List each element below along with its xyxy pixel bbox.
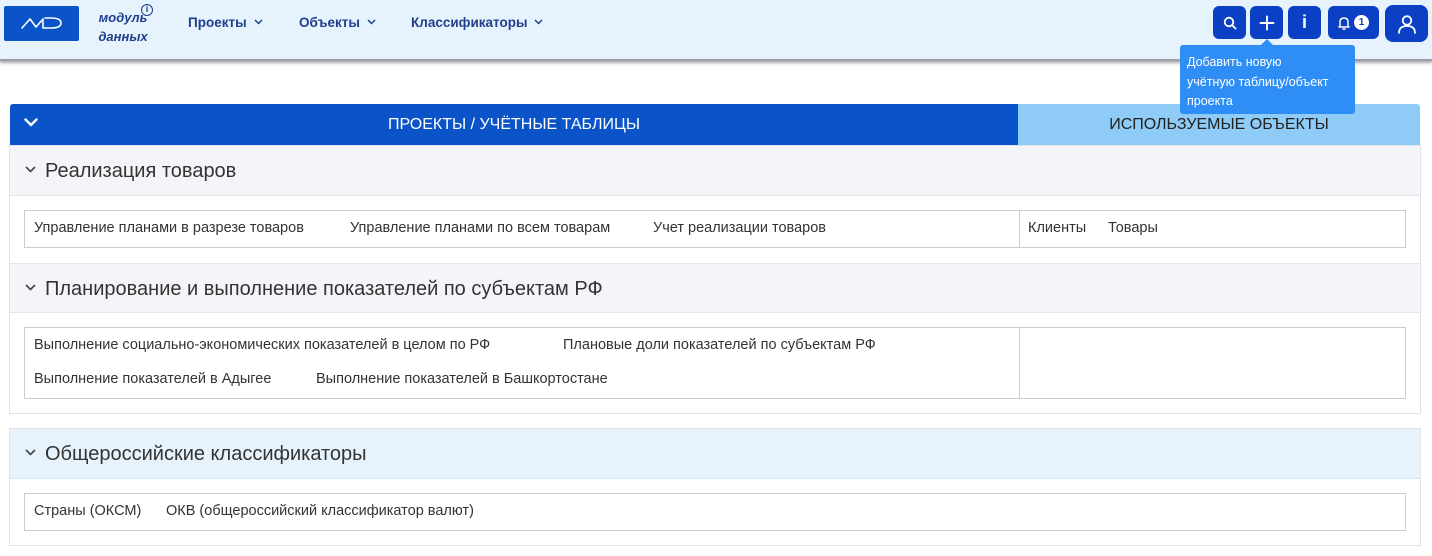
nav-projects[interactable]: Проекты	[188, 15, 263, 33]
nav-projects-label: Проекты	[188, 15, 247, 30]
tooltip-line: проекта	[1187, 94, 1233, 108]
nav-objects-label: Объекты	[299, 15, 360, 30]
tab-projects[interactable]: ПРОЕКТЫ / УЧЁТНЫЕ ТАБЛИЦЫ	[10, 104, 1018, 145]
table-link[interactable]: Управление планами по всем товарам	[350, 220, 610, 236]
classifiers-card: Общероссийские классификаторы Страны (ОК…	[9, 428, 1421, 546]
object-link[interactable]: Клиенты	[1028, 220, 1086, 236]
notifications-button[interactable]: 1	[1328, 6, 1379, 39]
table-link[interactable]: Выполнение социально-экономических показ…	[34, 337, 490, 353]
group-header[interactable]: Планирование и выполнение показателей по…	[10, 263, 1420, 313]
nav-objects[interactable]: Объекты	[299, 15, 376, 33]
user-icon	[1397, 14, 1416, 34]
classifiers-title: Общероссийские классификаторы	[45, 443, 367, 465]
table-link[interactable]: Учет реализации товаров	[653, 220, 826, 236]
info-button-label: i	[1301, 12, 1307, 32]
tab-projects-label: ПРОЕКТЫ / УЧЁТНЫЕ ТАБЛИЦЫ	[387, 116, 641, 133]
group-title: Планирование и выполнение показателей по…	[45, 278, 603, 300]
classifier-link[interactable]: Страны (ОКСМ)	[34, 503, 141, 519]
tooltip-line: Добавить новую	[1187, 55, 1282, 69]
search-button[interactable]	[1213, 6, 1246, 39]
classifier-link[interactable]: ОКВ (общероссийский классификатор валют)	[166, 503, 474, 519]
info-button[interactable]: i	[1288, 6, 1321, 39]
add-button[interactable]	[1250, 6, 1283, 39]
tooltip-line: учётную таблицу/объект	[1187, 74, 1329, 89]
add-button-tooltip: Добавить новую учётную таблицу/объект пр…	[1180, 39, 1355, 114]
info-icon[interactable]: i	[141, 4, 153, 16]
tab-objects-label: ИСПОЛЬЗУЕМЫЕ ОБЪЕКТЫ	[1109, 116, 1329, 133]
chevron-down-icon	[367, 19, 376, 25]
chevron-down-icon	[534, 19, 544, 25]
group-header[interactable]: Реализация товаров	[10, 146, 1420, 196]
chevron-down-icon[interactable]	[25, 284, 36, 291]
chevron-down-icon[interactable]	[25, 166, 36, 173]
classifiers-row: Страны (ОКСМ) ОКВ (общероссийский класси…	[24, 493, 1406, 531]
object-link[interactable]: Товары	[1108, 220, 1158, 236]
chevron-down-icon[interactable]	[24, 118, 38, 127]
group-title: Реализация товаров	[45, 160, 237, 182]
nav-classifiers[interactable]: Классификаторы	[411, 15, 544, 33]
module-label-line2: данных	[98, 29, 148, 44]
nav-classifiers-label: Классификаторы	[411, 15, 528, 30]
table-link[interactable]: Управление планами в разрезе товаров	[34, 220, 304, 236]
classifiers-header[interactable]: Общероссийские классификаторы	[10, 429, 1420, 479]
search-icon	[1223, 16, 1236, 29]
notification-count-badge: 1	[1354, 15, 1369, 30]
logo[interactable]	[4, 6, 79, 41]
table-link[interactable]: Выполнение показателей в Адыгее	[34, 371, 271, 387]
column-divider	[1019, 328, 1020, 398]
bell-icon	[1338, 16, 1350, 30]
table-link[interactable]: Выполнение показателей в Башкортостане	[316, 371, 608, 387]
project-groups-card: Реализация товаров Управление планами в …	[9, 145, 1421, 414]
user-button[interactable]	[1385, 5, 1428, 42]
chevron-down-icon[interactable]	[25, 449, 36, 456]
table-link[interactable]: Плановые доли показателей по субъектам Р…	[563, 337, 876, 353]
column-divider	[1019, 211, 1020, 247]
group-row: Управление планами в разрезе товаров Упр…	[24, 210, 1406, 248]
chevron-down-icon	[254, 19, 263, 25]
plus-icon	[1259, 15, 1274, 30]
logo-icon	[21, 17, 62, 29]
group-row: Выполнение социально-экономических показ…	[24, 327, 1406, 399]
